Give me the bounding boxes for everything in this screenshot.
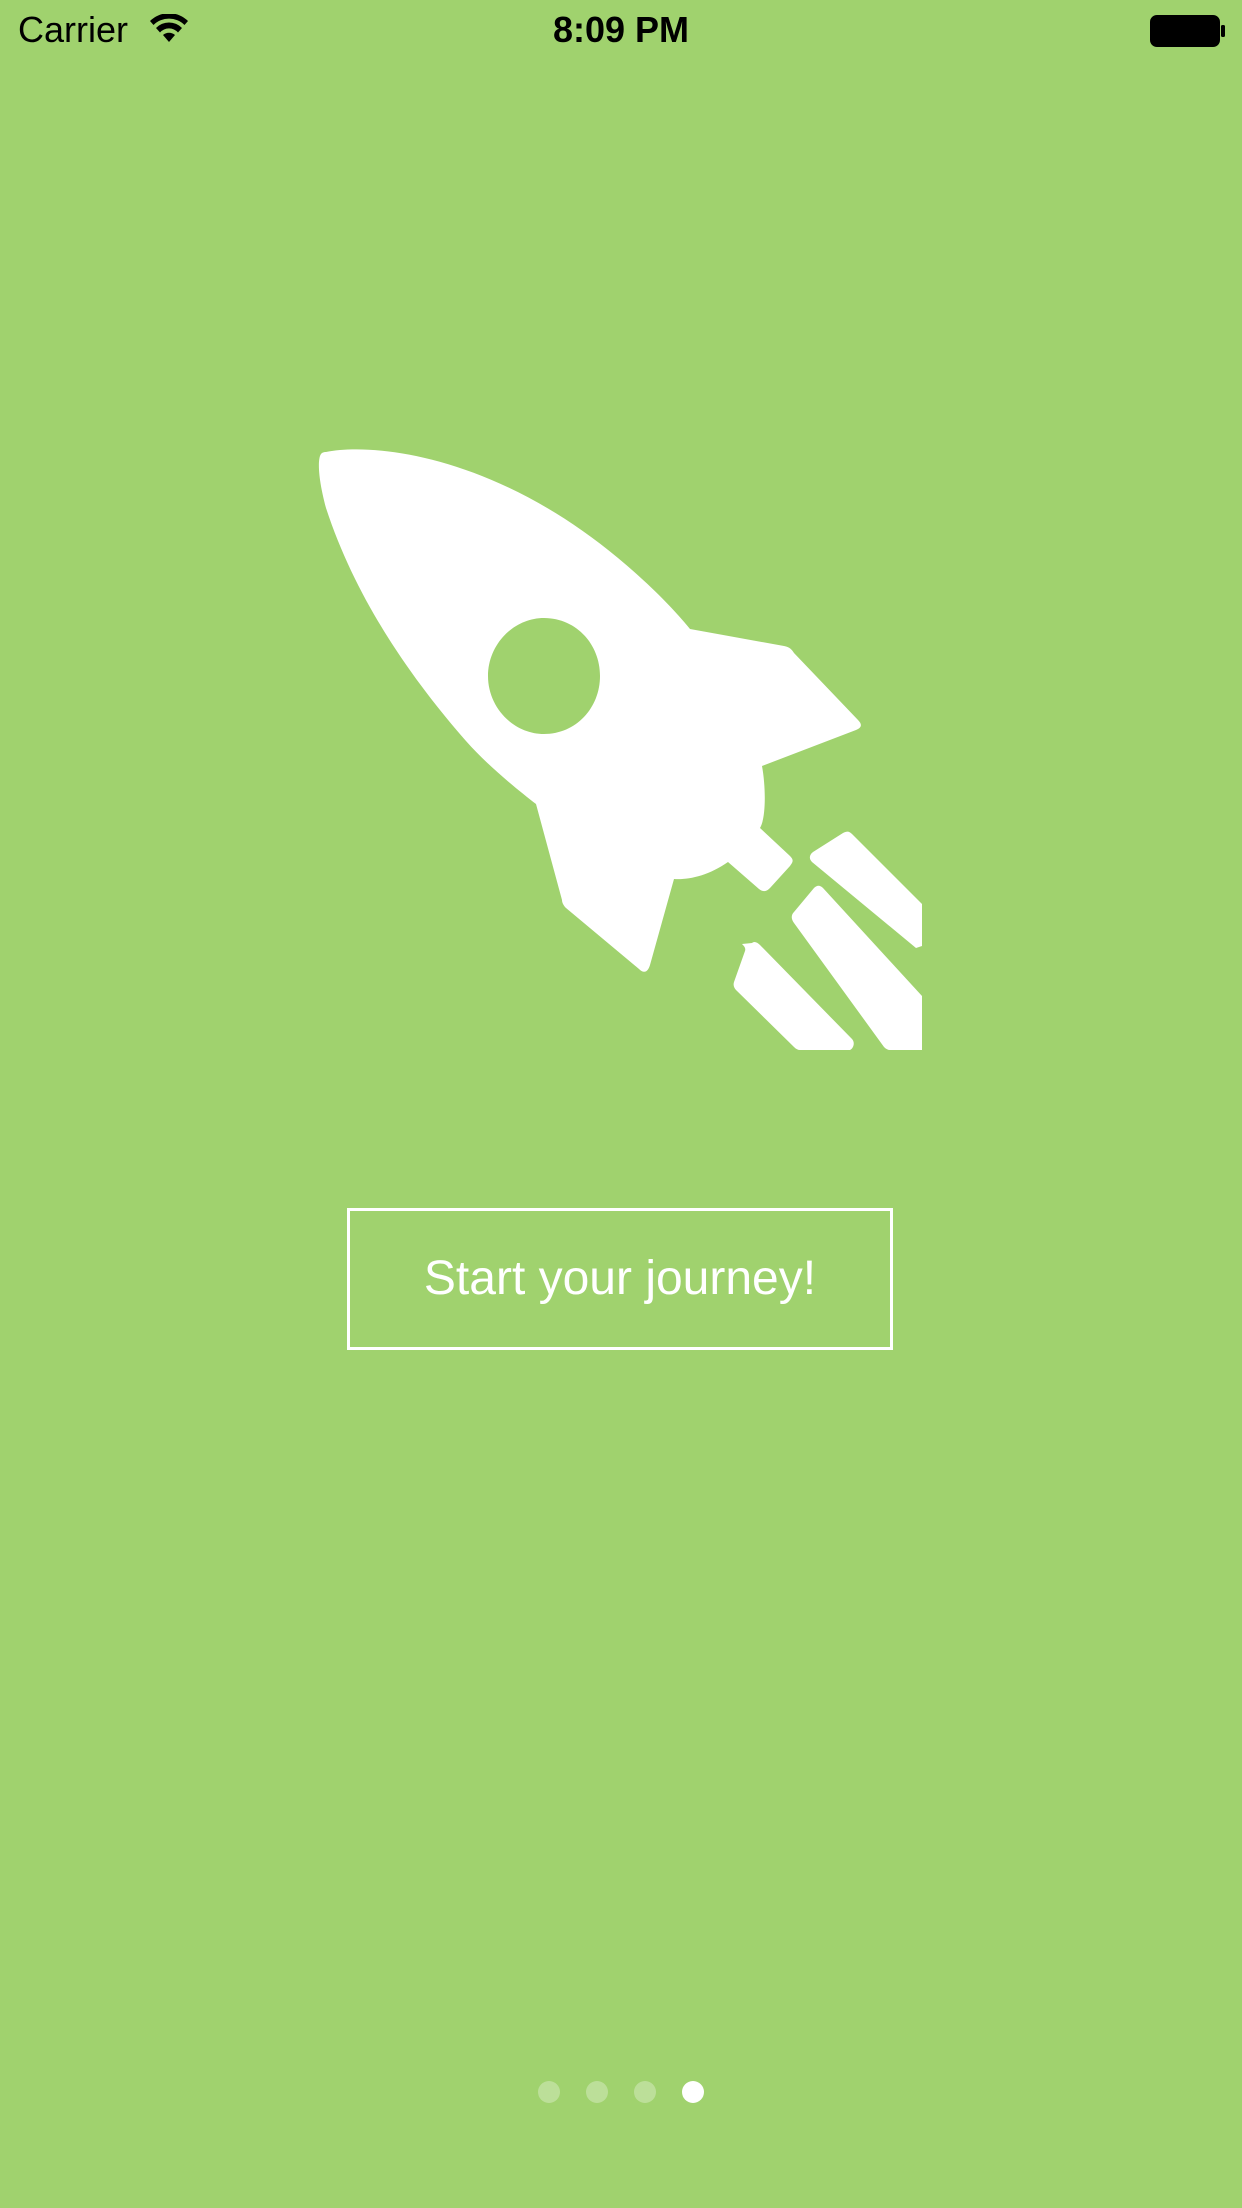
onboarding-screen: Carrier 8:09 PM Start your journey! <box>0 0 1242 2208</box>
clock: 8:09 PM <box>552 9 690 50</box>
page-dot-1[interactable] <box>538 2081 560 2103</box>
page-dot-2[interactable] <box>586 2081 608 2103</box>
start-journey-button[interactable]: Start your journey! <box>347 1208 893 1350</box>
status-bar: Carrier 8:09 PM <box>0 0 1242 60</box>
rocket-icon <box>318 449 922 1050</box>
battery-full-icon <box>1150 15 1225 47</box>
page-dot-3[interactable] <box>634 2081 656 2103</box>
page-indicator[interactable] <box>0 2081 1242 2103</box>
page-dot-4-active[interactable] <box>682 2081 704 2103</box>
